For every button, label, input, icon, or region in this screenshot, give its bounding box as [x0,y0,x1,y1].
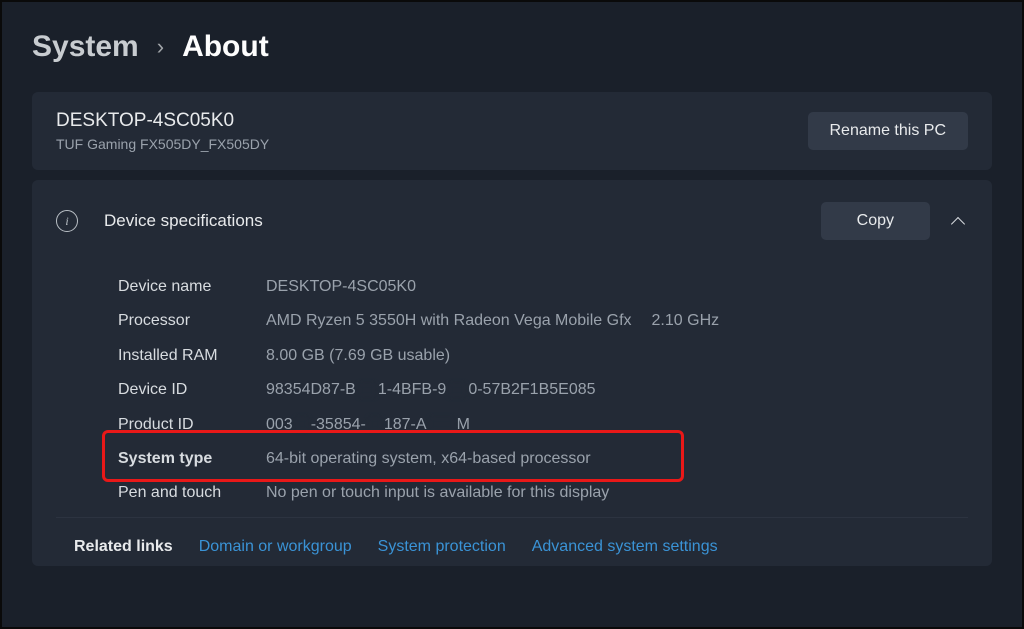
link-domain-workgroup[interactable]: Domain or workgroup [199,538,352,556]
spec-label: System type [118,448,260,470]
spec-label: Device name [118,276,260,298]
related-links-row: Related links Domain or workgroup System… [56,517,968,566]
spec-label: Installed RAM [118,345,260,367]
spec-value: 8.00 GB (7.69 GB usable) [266,345,450,367]
related-links-label: Related links [74,538,173,556]
spec-value: DESKTOP-4SC05K0 [266,276,416,298]
link-advanced-settings[interactable]: Advanced system settings [532,538,718,556]
spec-row-processor: Processor AMD Ryzen 5 3550H with Radeon … [118,304,968,338]
spec-value: 64-bit operating system, x64-based proce… [266,448,591,470]
rename-pc-button[interactable]: Rename this PC [808,112,969,150]
copy-button[interactable]: Copy [821,202,930,240]
spec-row-device-name: Device name DESKTOP-4SC05K0 [118,270,968,304]
spec-value: AMD Ryzen 5 3550H with Radeon Vega Mobil… [266,310,719,332]
spec-value: 003-35854-187-AM [266,414,470,436]
chevron-right-icon: › [157,34,164,60]
device-specs-card: i Device specifications Copy Device name… [32,180,992,566]
spec-row-device-id: Device ID 98354D87-B1-4BFB-90-57B2F1B5E0… [118,373,968,407]
spec-value: No pen or touch input is available for t… [266,482,609,504]
spec-label: Product ID [118,414,260,436]
spec-row-product-id: Product ID 003-35854-187-AM [118,408,968,442]
spec-label: Processor [118,310,260,332]
breadcrumb-current: About [182,30,269,64]
spec-row-system-type: System type 64-bit operating system, x64… [118,442,968,476]
spec-label: Device ID [118,379,260,401]
spec-row-ram: Installed RAM 8.00 GB (7.69 GB usable) [118,339,968,373]
spec-row-pen-touch: Pen and touch No pen or touch input is a… [118,476,968,510]
spec-label: Pen and touch [118,482,260,504]
link-system-protection[interactable]: System protection [378,538,506,556]
chevron-up-icon[interactable] [950,216,968,227]
breadcrumb: System › About [32,30,992,64]
breadcrumb-parent[interactable]: System [32,30,139,64]
info-icon: i [56,210,78,232]
device-specs-title: Device specifications [104,211,263,231]
spec-value: 98354D87-B1-4BFB-90-57B2F1B5E085 [266,379,596,401]
pc-info-card: DESKTOP-4SC05K0 TUF Gaming FX505DY_FX505… [32,92,992,170]
pc-name: DESKTOP-4SC05K0 [56,110,269,132]
pc-model: TUF Gaming FX505DY_FX505DY [56,136,269,152]
device-specs-header[interactable]: i Device specifications Copy [56,198,968,244]
